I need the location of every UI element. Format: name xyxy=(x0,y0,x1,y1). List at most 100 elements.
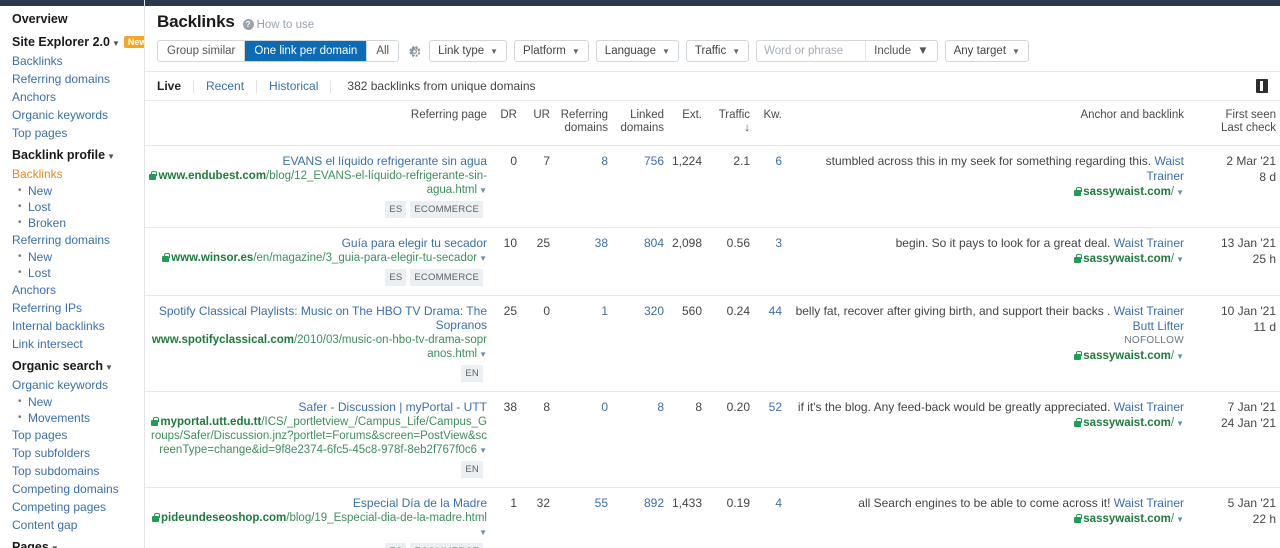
export-icon[interactable] xyxy=(1256,79,1268,93)
sidebar-item-bp-rd-new[interactable]: New xyxy=(12,249,144,265)
target-url[interactable]: sassywaist.com/▼ xyxy=(790,416,1184,431)
column-dr[interactable]: DR xyxy=(491,101,521,146)
cell-kw-value[interactable]: 3 xyxy=(775,236,782,250)
cell-referring-domains-value[interactable]: 8 xyxy=(601,154,608,168)
sidebar-item-referring-domains[interactable]: Referring domains xyxy=(12,70,144,88)
target-url[interactable]: sassywaist.com/▼ xyxy=(790,185,1184,200)
sidebar-item-os-top-pages[interactable]: Top pages xyxy=(12,426,144,444)
referring-page-url[interactable]: www.winsor.es/en/magazine/3_guia-para-el… xyxy=(149,251,487,266)
sidebar-group-pages[interactable]: Pages▼ xyxy=(12,534,144,548)
segment-all[interactable]: All xyxy=(367,41,398,61)
referring-page-title[interactable]: Guía para elegir tu secador xyxy=(149,236,487,250)
column-referring-page[interactable]: Referring page xyxy=(145,101,491,146)
filter-any-target[interactable]: Any target ▼ xyxy=(945,40,1029,62)
chevron-down-icon[interactable]: ▼ xyxy=(479,186,487,195)
chevron-down-icon[interactable]: ▼ xyxy=(1176,188,1184,197)
anchor-link-text[interactable]: Waist Trainer xyxy=(1114,236,1184,250)
gear-icon[interactable] xyxy=(406,43,422,59)
chevron-down-icon[interactable]: ▼ xyxy=(1176,255,1184,264)
chevron-down-icon[interactable]: ▼ xyxy=(1176,419,1184,428)
cell-linked-domains-value[interactable]: 320 xyxy=(644,304,664,318)
referring-page-url[interactable]: pideundeseoshop.com/blog/19_Especial-dia… xyxy=(149,511,487,540)
chevron-down-icon[interactable]: ▼ xyxy=(1176,515,1184,524)
chevron-down-icon[interactable]: ▼ xyxy=(1176,352,1184,361)
filter-language[interactable]: Language ▼ xyxy=(596,40,679,62)
sidebar-item-os-competing-pages[interactable]: Competing pages xyxy=(12,498,144,516)
tab-recent[interactable]: Recent xyxy=(194,80,257,93)
column-kw[interactable]: Kw. xyxy=(754,101,786,146)
sidebar-item-os-competing-domains[interactable]: Competing domains xyxy=(12,480,144,498)
anchor-link-text[interactable]: Waist Trainer xyxy=(1114,400,1184,414)
sidebar-item-top-pages[interactable]: Top pages xyxy=(12,124,144,142)
column-ur[interactable]: UR xyxy=(521,101,554,146)
sidebar-item-os-organic-keywords[interactable]: Organic keywords xyxy=(12,376,144,394)
sidebar-item-organic-keywords[interactable]: Organic keywords xyxy=(12,106,144,124)
sidebar-item-bp-broken[interactable]: Broken xyxy=(12,215,144,231)
sidebar-item-os-top-subfolders[interactable]: Top subfolders xyxy=(12,444,144,462)
anchor-link-text[interactable]: Waist Trainer xyxy=(1146,154,1184,183)
sidebar-item-os-content-gap[interactable]: Content gap xyxy=(12,516,144,534)
cell-referring-domains-value[interactable]: 55 xyxy=(595,496,608,510)
target-url[interactable]: sassywaist.com/▼ xyxy=(790,252,1184,267)
filter-link-type[interactable]: Link type ▼ xyxy=(429,40,507,62)
sidebar-item-bp-referring-domains[interactable]: Referring domains xyxy=(12,231,144,249)
cell-referring-domains-value[interactable]: 1 xyxy=(601,304,608,318)
anchor-link-text[interactable]: Waist Trainer Butt Lifter xyxy=(1114,304,1184,333)
cell-referring-domains-value[interactable]: 38 xyxy=(595,236,608,250)
referring-page-title[interactable]: Safer - Discussion | myPortal - UTT xyxy=(149,400,487,414)
sidebar-item-bp-link-intersect[interactable]: Link intersect xyxy=(12,335,144,353)
filter-traffic[interactable]: Traffic ▼ xyxy=(686,40,749,62)
column-ext[interactable]: Ext. xyxy=(668,101,706,146)
sidebar-item-backlinks[interactable]: Backlinks xyxy=(12,52,144,70)
sidebar-item-site-explorer[interactable]: Site Explorer 2.0▼New xyxy=(12,29,144,52)
referring-page-title[interactable]: Spotify Classical Playlists: Music on Th… xyxy=(149,304,487,332)
sidebar-item-bp-backlinks[interactable]: Backlinks xyxy=(12,165,144,183)
column-referring-domains[interactable]: Referring domains xyxy=(554,101,612,146)
sidebar-item-bp-rd-lost[interactable]: Lost xyxy=(12,265,144,281)
sidebar-item-os-new[interactable]: New xyxy=(12,394,144,410)
sidebar-item-bp-new[interactable]: New xyxy=(12,183,144,199)
referring-page-title[interactable]: Especial Día de la Madre xyxy=(149,496,487,510)
referring-page-url[interactable]: www.endubest.com/blog/12_EVANS-el-líquid… xyxy=(149,169,487,198)
referring-page-url[interactable]: www.spotifyclassical.com/2010/03/music-o… xyxy=(149,333,487,362)
how-to-use-link[interactable]: ? How to use xyxy=(243,19,315,31)
cell-linked-domains-value[interactable]: 892 xyxy=(644,496,664,510)
segment-one-link-per-domain[interactable]: One link per domain xyxy=(245,41,367,61)
column-anchor-and-backlink[interactable]: Anchor and backlink xyxy=(786,101,1188,146)
sidebar-group-organic-search[interactable]: Organic search▼ xyxy=(12,353,144,376)
cell-referring-domains-value[interactable]: 0 xyxy=(601,400,608,414)
cell-kw-value[interactable]: 4 xyxy=(775,496,782,510)
cell-kw-value[interactable]: 6 xyxy=(775,154,782,168)
search-input[interactable] xyxy=(757,41,865,61)
tab-historical[interactable]: Historical xyxy=(257,80,331,93)
target-url[interactable]: sassywaist.com/▼ xyxy=(790,512,1184,527)
chevron-down-icon[interactable]: ▼ xyxy=(479,350,487,359)
column-first-seen-last-check[interactable]: First seen Last check xyxy=(1188,101,1280,146)
sidebar-item-bp-internal-backlinks[interactable]: Internal backlinks xyxy=(12,317,144,335)
search-include-mode[interactable]: Include ▼ xyxy=(865,41,936,61)
cell-linked-domains-value[interactable]: 756 xyxy=(644,154,664,168)
referring-page-title[interactable]: EVANS el líquido refrigerante sin agua xyxy=(149,154,487,168)
sidebar-item-os-top-subdomains[interactable]: Top subdomains xyxy=(12,462,144,480)
sidebar-item-bp-referring-ips[interactable]: Referring IPs xyxy=(12,299,144,317)
tab-live[interactable]: Live xyxy=(157,80,194,93)
sidebar-group-backlink-profile[interactable]: Backlink profile▼ xyxy=(12,142,144,165)
sidebar-item-anchors[interactable]: Anchors xyxy=(12,88,144,106)
segment-group-similar[interactable]: Group similar xyxy=(158,41,245,61)
chevron-down-icon[interactable]: ▼ xyxy=(479,254,487,263)
cell-kw-value[interactable]: 52 xyxy=(769,400,782,414)
column-linked-domains[interactable]: Linked domains xyxy=(612,101,668,146)
sidebar-item-overview[interactable]: Overview xyxy=(12,6,144,29)
sidebar-item-os-movements[interactable]: Movements xyxy=(12,410,144,426)
cell-linked-domains-value[interactable]: 804 xyxy=(644,236,664,250)
cell-kw-value[interactable]: 44 xyxy=(769,304,782,318)
filter-platform[interactable]: Platform ▼ xyxy=(514,40,589,62)
referring-page-url[interactable]: myportal.utt.edu.tt/ICS/_portletview_/Ca… xyxy=(149,415,487,458)
sidebar-item-bp-anchors[interactable]: Anchors xyxy=(12,281,144,299)
sidebar-item-bp-lost[interactable]: Lost xyxy=(12,199,144,215)
target-url[interactable]: sassywaist.com/▼ xyxy=(790,349,1184,364)
anchor-link-text[interactable]: Waist Trainer xyxy=(1114,496,1184,510)
chevron-down-icon[interactable]: ▼ xyxy=(479,528,487,537)
cell-linked-domains-value[interactable]: 8 xyxy=(657,400,664,414)
chevron-down-icon[interactable]: ▼ xyxy=(479,446,487,455)
